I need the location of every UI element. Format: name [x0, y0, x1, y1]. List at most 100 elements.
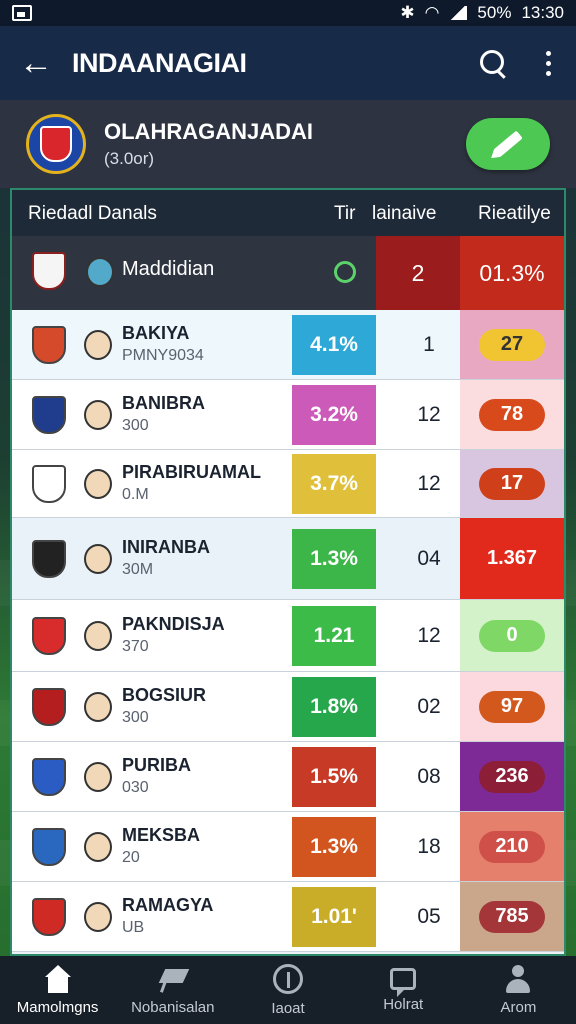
table-row[interactable]: PURIBA 030 1.5% 08 236 [12, 742, 564, 812]
player-name: MEKSBA [122, 825, 201, 845]
rating-cell: 97 [460, 672, 564, 741]
player-avatar [84, 762, 112, 792]
club-logo [32, 396, 66, 434]
rating-cell: 27 [460, 310, 564, 379]
table-row[interactable]: MEKSBA 20 1.3% 18 210 [12, 812, 564, 882]
player-name: BAKIYA [122, 323, 190, 343]
nav-label: Holrat [383, 995, 424, 1013]
rating-pill: 17 [479, 467, 545, 500]
row-name: Maddidian [122, 258, 215, 280]
page-title: INDAANAGIAI [72, 47, 247, 78]
signal-icon [449, 6, 468, 20]
table-row[interactable]: INIRANBA 30M 1.3% 04 1.367 [12, 518, 564, 600]
club-logo [32, 758, 66, 796]
club-logo [32, 326, 66, 364]
rating-pill: 78 [479, 398, 545, 431]
row-num: 2 [376, 236, 460, 310]
header-name[interactable]: Riedadl Danals [28, 203, 157, 225]
pct-badge: 1.8% [292, 677, 376, 737]
pct-badge: 3.2% [292, 385, 376, 445]
rating-pill: 97 [479, 690, 545, 723]
person-icon [503, 964, 533, 993]
more-vert-icon[interactable] [520, 26, 576, 100]
player-avatar [84, 832, 112, 862]
pct-badge: 1.3% [292, 817, 376, 877]
edit-button[interactable] [466, 118, 550, 170]
pct-badge: 4.1% [292, 315, 376, 375]
nav-item-matches[interactable]: Nobanisalan [115, 956, 230, 1024]
rating-pill: 1.367 [467, 542, 557, 575]
player-name: INIRANBA [122, 537, 210, 557]
back-arrow-icon[interactable]: ← [0, 26, 72, 100]
pct-badge: 1.01' [292, 887, 376, 947]
team-subtitle: (3.0or) [104, 149, 155, 168]
club-logo [32, 540, 66, 578]
club-badge [86, 257, 114, 287]
header-col-b[interactable]: Tir [334, 203, 355, 225]
bottom-nav: Mamolmgns Nobanisalan Iaoat Holrat Arom [0, 956, 576, 1024]
nav-label: Iaoat [271, 999, 305, 1017]
team-info: OLAHRAGANJADAI (3.0or) [104, 119, 313, 169]
nav-label: Mamolmgns [16, 998, 99, 1016]
table-row[interactable]: BOGSIUR 300 1.8% 02 97 [12, 672, 564, 742]
table-row[interactable]: RAMAGYA UB 1.01' 05 785 [12, 882, 564, 952]
club-logo [32, 617, 66, 655]
player-subtext: UB [122, 919, 145, 936]
team-header: OLAHRAGANJADAI (3.0or) [0, 100, 576, 188]
wifi-icon: ◠ [424, 3, 440, 22]
pct-badge: 3.7% [292, 454, 376, 514]
bluetooth-icon: ✱ [400, 3, 415, 22]
rating-cell: 210 [460, 812, 564, 881]
nav-item-chat[interactable]: Holrat [346, 956, 461, 1024]
player-avatar [84, 692, 112, 722]
flag-icon [158, 965, 188, 993]
rating-pill: 210 [479, 830, 545, 863]
player-avatar [84, 469, 112, 499]
player-name: RAMAGYA [122, 895, 214, 915]
player-subtext: 20 [122, 849, 140, 866]
player-name: BANIBRA [122, 393, 205, 413]
nav-label: Nobanisalan [131, 998, 215, 1016]
club-logo [32, 898, 66, 936]
player-name: PURIBA [122, 755, 192, 775]
table-row[interactable]: BAKIYA PMNY9034 4.1% 1 27 [12, 310, 564, 380]
table-row[interactable]: PIRABIRUAMAL 0.M 3.7% 12 17 [12, 450, 564, 518]
header-col-d[interactable]: Rieatilye [478, 203, 551, 225]
player-avatar [84, 330, 112, 360]
player-subtext: 300 [122, 417, 149, 434]
highlight-row[interactable]: Maddidian 2 01.3% [12, 236, 564, 310]
player-avatar [84, 544, 112, 574]
club-logo [32, 828, 66, 866]
player-avatar [84, 400, 112, 430]
table-row[interactable]: BANIBRA 300 3.2% 12 78 [12, 380, 564, 450]
rating-cell: 785 [460, 882, 564, 951]
search-icon[interactable] [464, 26, 520, 100]
player-subtext: 0.M [122, 486, 149, 503]
player-subtext: 370 [122, 638, 149, 655]
player-avatar [84, 621, 112, 651]
status-bar: ✱ ◠ 50% 13:30 [0, 0, 576, 26]
club-logo [32, 465, 66, 503]
pct-badge: 1.3% [292, 529, 376, 589]
rating-cell: 78 [460, 380, 564, 449]
nav-item-stats[interactable]: Iaoat [230, 956, 345, 1024]
stats-table: Riedadl Danals Tir lainaive Rieatilye Ma… [10, 188, 566, 956]
clock: 13:30 [521, 3, 564, 22]
club-logo [32, 252, 66, 290]
pct-badge: 1.5% [292, 747, 376, 807]
status-dot-icon [334, 261, 356, 283]
header-col-c[interactable]: lainaive [372, 203, 436, 225]
player-name: BOGSIUR [122, 685, 207, 705]
team-crest [26, 114, 86, 174]
home-icon [43, 964, 73, 993]
rating-pill: 0 [479, 619, 545, 652]
nav-item-home[interactable]: Mamolmgns [0, 956, 115, 1024]
team-name: OLAHRAGANJADAI [104, 119, 313, 144]
gallery-icon [12, 5, 32, 21]
rating-cell: 1.367 [460, 518, 564, 599]
rating-cell: 0 [460, 600, 564, 671]
nav-item-profile[interactable]: Arom [461, 956, 576, 1024]
table-row[interactable]: PAKNDISJA 370 1.21 12 0 [12, 600, 564, 672]
player-name: PAKNDISJA [122, 614, 225, 634]
pencil-icon [493, 130, 523, 158]
